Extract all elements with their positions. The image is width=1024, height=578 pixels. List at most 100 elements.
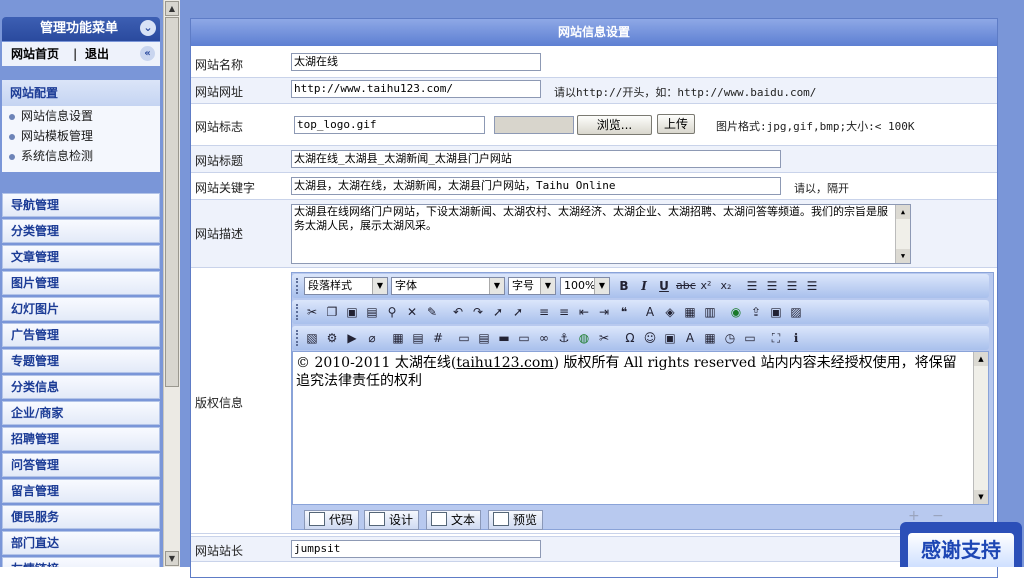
find-icon[interactable]: ⚲ xyxy=(384,304,400,320)
marquee-icon[interactable]: ▭ xyxy=(742,330,758,346)
sidebar-item-nav[interactable]: 导航管理 xyxy=(2,193,160,217)
sidebar-item-messages[interactable]: 留言管理 xyxy=(2,479,160,503)
insert-image-icon[interactable]: ▧ xyxy=(304,330,320,346)
input-field-icon[interactable]: ▭ xyxy=(516,330,532,346)
globe-icon[interactable]: ◉ xyxy=(728,304,744,320)
copy-icon[interactable]: ❐ xyxy=(324,304,340,320)
config-heading[interactable]: 网站配置 xyxy=(2,80,160,106)
sidebar-scrollbar[interactable]: ▲ ▼ xyxy=(163,0,180,567)
scroll-down-arrow-icon[interactable]: ▼ xyxy=(896,249,910,263)
logout-link[interactable]: 退出 xyxy=(85,42,109,66)
italic-icon[interactable]: I xyxy=(636,278,652,294)
scroll-thumb[interactable] xyxy=(165,17,179,387)
config-item-templates[interactable]: 网站模板管理 xyxy=(2,126,160,146)
sidebar-item-qa[interactable]: 问答管理 xyxy=(2,453,160,477)
desc-scrollbar[interactable]: ▲ ▼ xyxy=(895,205,910,263)
superscript-icon[interactable]: x² xyxy=(698,278,714,294)
sidebar-item-services[interactable]: 便民服务 xyxy=(2,505,160,529)
site-url-input[interactable]: http://www.taihu123.com/ xyxy=(291,80,541,98)
insert-form-icon[interactable]: ▤ xyxy=(476,330,492,346)
undo-icon[interactable]: ↶ xyxy=(450,304,466,320)
strikethrough-icon[interactable]: abc xyxy=(676,278,696,294)
select-icon[interactable]: ➚ xyxy=(490,304,506,320)
emoticon-icon[interactable]: ☺ xyxy=(642,330,658,346)
sidebar-item-images[interactable]: 图片管理 xyxy=(2,271,160,295)
select-all-icon[interactable]: ➚ xyxy=(510,304,526,320)
unordered-list-icon[interactable]: ≡ xyxy=(556,304,572,320)
file-path-field[interactable] xyxy=(494,116,574,134)
insert-media-icon[interactable]: ▶ xyxy=(344,330,360,346)
map-icon[interactable]: ◍ xyxy=(576,330,592,346)
align-left-icon[interactable]: ☰ xyxy=(744,278,760,294)
grid-icon[interactable]: # xyxy=(430,330,446,346)
sidebar-item-departments[interactable]: 部门直达 xyxy=(2,531,160,555)
paragraph-style-select[interactable]: 段落样式 ▼ xyxy=(304,277,388,295)
upload-button[interactable]: 上传 xyxy=(657,114,695,134)
config-item-system-check[interactable]: 系统信息检测 xyxy=(2,146,160,166)
mode-preview-button[interactable]: 预览 xyxy=(488,510,543,530)
clean-format-icon[interactable]: ✎ xyxy=(424,304,440,320)
ordered-list-icon[interactable]: ≡ xyxy=(536,304,552,320)
font-style-icon[interactable]: ▦ xyxy=(682,304,698,320)
fullscreen-icon[interactable]: ⛶ xyxy=(768,330,784,346)
editor-scrollbar[interactable]: ▲ ▼ xyxy=(973,352,988,504)
site-logo-input[interactable]: top_logo.gif xyxy=(294,116,485,134)
insert-flash-icon[interactable]: ⚙ xyxy=(324,330,340,346)
mode-text-button[interactable]: 文本 xyxy=(426,510,481,530)
home-link[interactable]: 网站首页 xyxy=(11,42,59,66)
special-char-icon[interactable]: Ω xyxy=(622,330,638,346)
config-item-site-info[interactable]: 网站信息设置 xyxy=(2,106,160,126)
text-color-icon[interactable]: A xyxy=(642,304,658,320)
delete-icon[interactable]: ✕ xyxy=(404,304,420,320)
font-select[interactable]: 字体 ▼ xyxy=(391,277,505,295)
justify-icon[interactable]: ☰ xyxy=(804,278,820,294)
cut-icon[interactable]: ✂ xyxy=(304,304,320,320)
insert-table-icon[interactable]: ▦ xyxy=(390,330,406,346)
outdent-icon[interactable]: ⇤ xyxy=(576,304,592,320)
save-icon[interactable]: ▣ xyxy=(768,304,784,320)
sidebar-item-jobs[interactable]: 招聘管理 xyxy=(2,427,160,451)
copyright-link[interactable]: taihu123.com xyxy=(456,355,553,371)
zoom-select[interactable]: 100% ▼ xyxy=(560,277,610,295)
webmaster-input[interactable]: jumpsit xyxy=(291,540,541,558)
scroll-up-arrow-icon[interactable]: ▲ xyxy=(165,1,179,16)
table-props-icon[interactable]: ▤ xyxy=(410,330,426,346)
sidebar-item-articles[interactable]: 文章管理 xyxy=(2,245,160,269)
align-center-icon[interactable]: ☰ xyxy=(764,278,780,294)
thanks-badge[interactable]: 感谢支持 xyxy=(900,522,1022,567)
anchor-icon[interactable]: ⚓ xyxy=(556,330,572,346)
paste-text-icon[interactable]: ▤ xyxy=(364,304,380,320)
attachment-icon[interactable]: ⌀ xyxy=(364,330,380,346)
scroll-up-arrow-icon[interactable]: ▲ xyxy=(896,205,910,219)
sidebar-item-links[interactable]: 友情链接 xyxy=(2,557,160,567)
hide-sidebar-icon[interactable]: « xyxy=(140,46,155,61)
site-desc-textarea[interactable]: 太湖县在线网络门户网站，下设太湖新闻、太湖农村、太湖经济、太湖企业、太湖招聘、太… xyxy=(291,204,911,264)
time-icon[interactable]: ◷ xyxy=(722,330,738,346)
text-art-icon[interactable]: A xyxy=(682,330,698,346)
sidebar-item-topics[interactable]: 专题管理 xyxy=(2,349,160,373)
scroll-down-arrow-icon[interactable]: ▼ xyxy=(974,490,988,504)
site-title-input[interactable]: 太湖在线_太湖县_太湖新闻_太湖县门户网站 xyxy=(291,150,781,168)
sidebar-item-classifieds[interactable]: 分类信息 xyxy=(2,375,160,399)
sidebar-item-ads[interactable]: 广告管理 xyxy=(2,323,160,347)
scroll-down-arrow-icon[interactable]: ▼ xyxy=(165,551,179,566)
sidebar-item-category[interactable]: 分类管理 xyxy=(2,219,160,243)
indent-icon[interactable]: ⇥ xyxy=(596,304,612,320)
blockquote-icon[interactable]: ❝ xyxy=(616,304,632,320)
subscript-icon[interactable]: x₂ xyxy=(718,278,734,294)
mode-design-button[interactable]: 设计 xyxy=(364,510,419,530)
browse-button[interactable]: 浏览... xyxy=(577,115,652,135)
symbol-icon[interactable]: ▣ xyxy=(662,330,678,346)
font-size-select[interactable]: 字号 ▼ xyxy=(508,277,556,295)
collapse-menu-icon[interactable]: ⌄ xyxy=(140,20,156,36)
scroll-up-arrow-icon[interactable]: ▲ xyxy=(974,352,988,366)
highlight-icon[interactable]: ◈ xyxy=(662,304,678,320)
site-keywords-input[interactable]: 太湖县，太湖在线，太湖新闻，太湖县门户网站，Taihu Online xyxy=(291,177,781,195)
paragraph-icon[interactable]: ▥ xyxy=(702,304,718,320)
sidebar-item-business[interactable]: 企业/商家 xyxy=(2,401,160,425)
paste-icon[interactable]: ▣ xyxy=(344,304,360,320)
unlink-icon[interactable]: ✂ xyxy=(596,330,612,346)
editor-content[interactable]: © 2010-2011 太湖在线(taihu123.com) 版权所有 All … xyxy=(292,351,989,505)
mode-code-button[interactable]: 代码 xyxy=(304,510,359,530)
bold-icon[interactable]: B xyxy=(616,278,632,294)
